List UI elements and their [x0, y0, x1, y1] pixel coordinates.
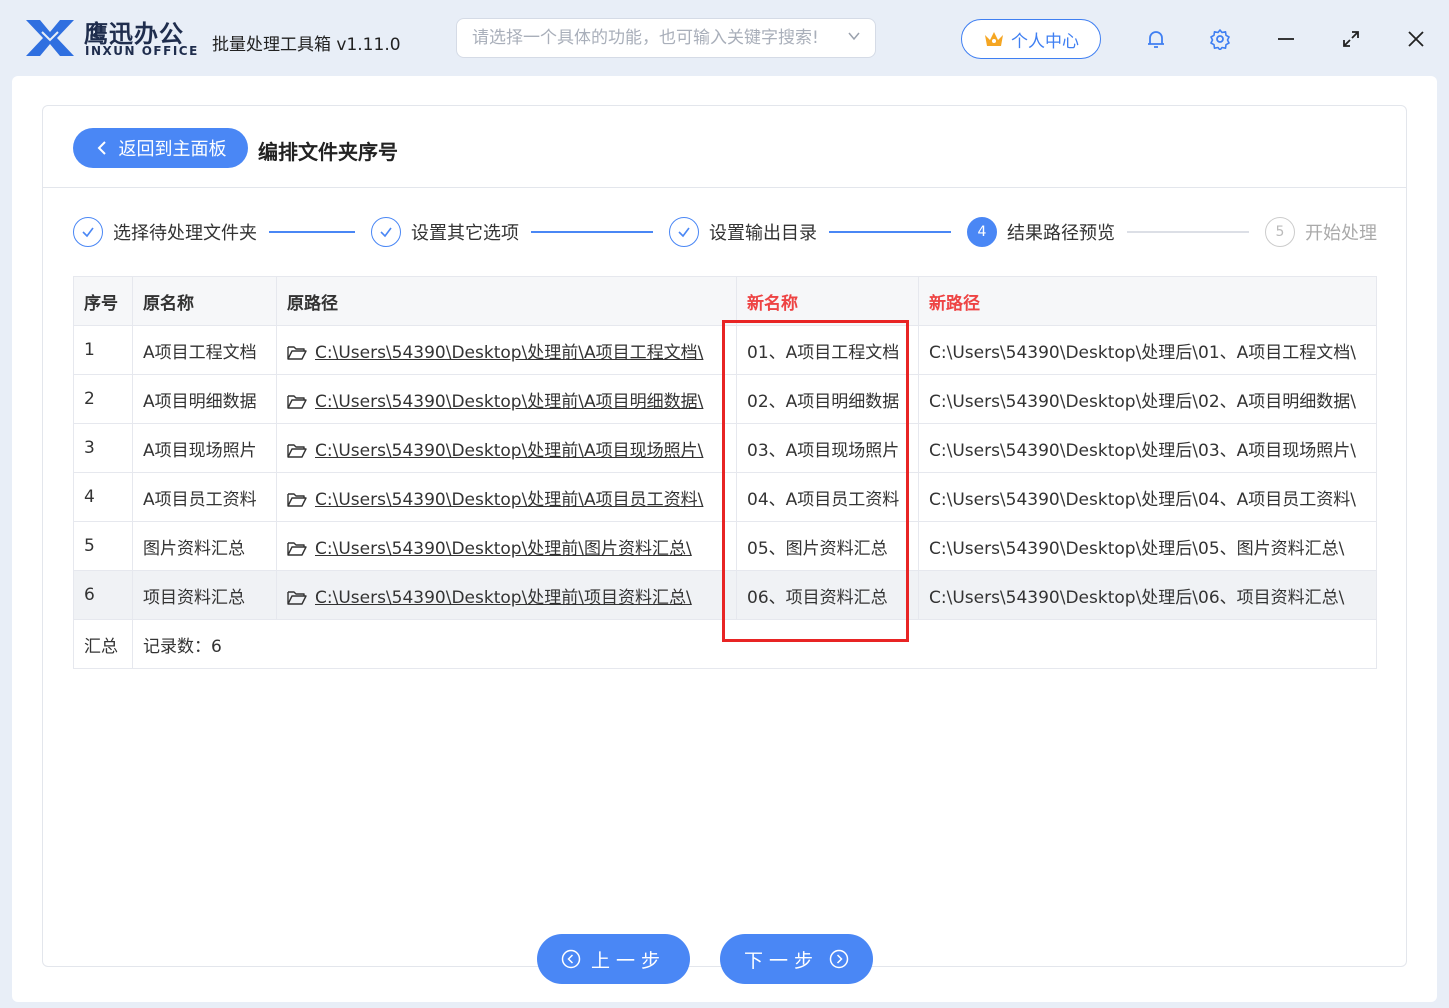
cell-new-name: 06、项目资料汇总 [736, 570, 919, 620]
minimize-icon[interactable] [1274, 27, 1298, 51]
next-label: 下一步 [743, 949, 819, 972]
column-header: 新名称 [736, 276, 919, 326]
cell-index: 1 [73, 325, 133, 375]
step-1: 选择待处理文件夹 [73, 216, 257, 248]
summary-label: 汇总 [73, 619, 133, 669]
user-center-label: 个人中心 [1011, 31, 1079, 52]
step-connector [1127, 231, 1249, 233]
table-row[interactable]: 3 A项目现场照片 C:\Users\54390\Desktop\处理前\A项目… [73, 423, 1377, 473]
table-header-row: 序号 原名称 原路径 新名称 新路径 [73, 276, 1377, 326]
cell-new-path: C:\Users\54390\Desktop\处理后\05、图片资料汇总\ [918, 521, 1377, 571]
cell-new-path: C:\Users\54390\Desktop\处理后\01、A项目工程文档\ [918, 325, 1377, 375]
step-connector [269, 231, 355, 233]
cell-name: A项目明细数据 [132, 374, 277, 424]
back-to-main-button[interactable]: 返回到主面板 [73, 128, 248, 168]
cell-new-path: C:\Users\54390\Desktop\处理后\06、项目资料汇总\ [918, 570, 1377, 620]
cell-index: 5 [73, 521, 133, 571]
cell-name: A项目工程文档 [132, 325, 277, 375]
step-3: 设置输出目录 [669, 216, 817, 248]
user-center-button[interactable]: 个人中心 [961, 19, 1101, 59]
path-link[interactable]: C:\Users\54390\Desktop\处理前\A项目现场照片\ [315, 441, 703, 461]
cell-new-name: 05、图片资料汇总 [736, 521, 919, 571]
cell-new-path: C:\Users\54390\Desktop\处理后\02、A项目明细数据\ [918, 374, 1377, 424]
bell-icon[interactable] [1144, 27, 1168, 51]
prev-step-button[interactable]: 上一步 [537, 934, 690, 984]
cell-name: A项目现场照片 [132, 423, 277, 473]
page-title: 编排文件夹序号 [258, 140, 398, 164]
column-header: 原路径 [276, 276, 737, 326]
step-number: 5 [1265, 217, 1295, 247]
path-link[interactable]: C:\Users\54390\Desktop\处理前\项目资料汇总\ [315, 588, 692, 608]
step-connector [531, 231, 653, 233]
step-number: 4 [967, 217, 997, 247]
column-header: 新路径 [918, 276, 1377, 326]
step-label: 开始处理 [1305, 223, 1377, 244]
app-title: 批量处理工具箱 v1.11.0 [212, 35, 401, 55]
step-label: 设置其它选项 [411, 223, 519, 244]
circle-chevron-right-icon [829, 949, 849, 969]
cell-new-path: C:\Users\54390\Desktop\处理后\03、A项目现场照片\ [918, 423, 1377, 473]
cell-new-name: 02、A项目明细数据 [736, 374, 919, 424]
cell-new-name: 01、A项目工程文档 [736, 325, 919, 375]
folder-open-icon [287, 541, 307, 556]
title-bar: 鹰迅办公 INXUN OFFICE 批量处理工具箱 v1.11.0 个人中心 [0, 0, 1449, 78]
result-table: 序号 原名称 原路径 新名称 新路径 1 A项目工程文档 C:\Users\54… [73, 276, 1377, 669]
path-link[interactable]: C:\Users\54390\Desktop\处理前\A项目明细数据\ [315, 392, 703, 412]
circle-chevron-left-icon [561, 949, 581, 969]
path-link[interactable]: C:\Users\54390\Desktop\处理前\A项目工程文档\ [315, 343, 703, 363]
search-input[interactable] [456, 18, 876, 58]
folder-open-icon [287, 394, 307, 409]
check-icon [371, 217, 401, 247]
column-header: 原名称 [132, 276, 277, 326]
step-label: 设置输出目录 [709, 223, 817, 244]
cell-new-path: C:\Users\54390\Desktop\处理后\04、A项目员工资料\ [918, 472, 1377, 522]
next-step-button[interactable]: 下一步 [720, 934, 873, 984]
chevron-left-icon [97, 141, 106, 155]
cell-index: 3 [73, 423, 133, 473]
step-4: 4 结果路径预览 [967, 216, 1115, 248]
folder-open-icon [287, 345, 307, 360]
cell-new-name: 04、A项目员工资料 [736, 472, 919, 522]
folder-open-icon [287, 590, 307, 605]
cell-name: 项目资料汇总 [132, 570, 277, 620]
cell-index: 4 [73, 472, 133, 522]
brand-name-en: INXUN OFFICE [85, 44, 199, 58]
folder-open-icon [287, 492, 307, 507]
gear-icon[interactable] [1208, 27, 1232, 51]
close-icon[interactable] [1404, 27, 1428, 51]
summary-value: 记录数：6 [132, 619, 1377, 669]
panel-header: 返回到主面板 编排文件夹序号 [43, 106, 1406, 188]
inxun-logo-icon [26, 20, 74, 56]
step-label: 结果路径预览 [1007, 223, 1115, 244]
table-row[interactable]: 5 图片资料汇总 C:\Users\54390\Desktop\处理前\图片资料… [73, 521, 1377, 571]
step-5: 5 开始处理 [1265, 216, 1377, 248]
path-link[interactable]: C:\Users\54390\Desktop\处理前\A项目员工资料\ [315, 490, 703, 510]
cell-name: A项目员工资料 [132, 472, 277, 522]
check-icon [669, 217, 699, 247]
table-row[interactable]: 4 A项目员工资料 C:\Users\54390\Desktop\处理前\A项目… [73, 472, 1377, 522]
summary-row: 汇总 记录数：6 [73, 619, 1377, 669]
cell-index: 6 [73, 570, 133, 620]
folder-open-icon [287, 443, 307, 458]
cell-new-name: 03、A项目现场照片 [736, 423, 919, 473]
step-label: 选择待处理文件夹 [113, 223, 257, 244]
check-icon [73, 217, 103, 247]
content-panel: 返回到主面板 编排文件夹序号 选择待处理文件夹 设置其它选项 设置输出目录 4 … [42, 105, 1407, 967]
chevron-down-icon[interactable] [846, 28, 862, 44]
step-2: 设置其它选项 [371, 216, 519, 248]
back-label: 返回到主面板 [118, 139, 227, 160]
column-header: 序号 [73, 276, 133, 326]
table-row[interactable]: 6 项目资料汇总 C:\Users\54390\Desktop\处理前\项目资料… [73, 570, 1377, 620]
prev-label: 上一步 [590, 949, 666, 972]
table-row[interactable]: 1 A项目工程文档 C:\Users\54390\Desktop\处理前\A项目… [73, 325, 1377, 375]
cell-name: 图片资料汇总 [132, 521, 277, 571]
path-link[interactable]: C:\Users\54390\Desktop\处理前\图片资料汇总\ [315, 539, 692, 559]
cell-index: 2 [73, 374, 133, 424]
table-row[interactable]: 2 A项目明细数据 C:\Users\54390\Desktop\处理前\A项目… [73, 374, 1377, 424]
crown-icon [985, 32, 1003, 46]
step-progress: 选择待处理文件夹 设置其它选项 设置输出目录 4 结果路径预览 5 开始处理 [73, 216, 1383, 248]
step-connector [829, 231, 951, 233]
maximize-icon[interactable] [1339, 27, 1363, 51]
